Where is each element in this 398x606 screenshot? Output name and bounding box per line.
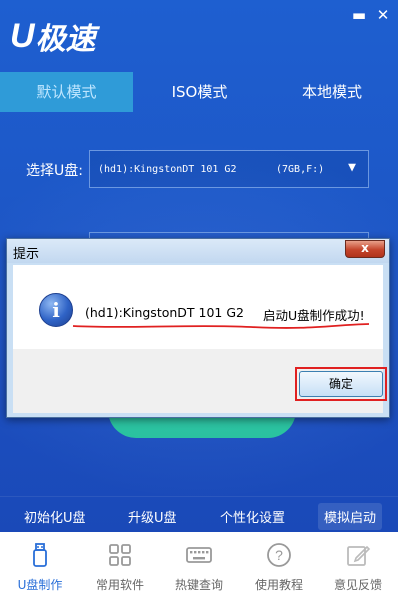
upgrade-usb-link[interactable]: 升级U盘 bbox=[128, 507, 177, 526]
minimize-button[interactable]: ▬ bbox=[350, 6, 368, 24]
dialog-body: i (hd1):KingstonDT 101 G2 启动U盘制作成功! bbox=[13, 265, 383, 349]
usb-device-select[interactable]: (hd1):KingstonDT 101 G2 (7GB,F:) ▼ bbox=[89, 150, 369, 188]
mode-tabs: 默认模式 ISO模式 本地模式 bbox=[0, 72, 398, 112]
personalize-link[interactable]: 个性化设置 bbox=[220, 507, 285, 526]
nav-tutorial[interactable]: ? 使用教程 bbox=[239, 532, 319, 606]
message-device: (hd1):KingstonDT 101 G2 bbox=[85, 305, 244, 320]
grid-apps-icon bbox=[109, 544, 131, 566]
init-usb-link[interactable]: 初始化U盘 bbox=[24, 507, 86, 526]
dialog-message: (hd1):KingstonDT 101 G2 启动U盘制作成功! bbox=[85, 305, 365, 323]
nav-hotkey-query[interactable]: 热键查询 bbox=[159, 532, 239, 606]
usb-drive-icon bbox=[33, 543, 47, 567]
red-underline-annotation bbox=[72, 323, 370, 329]
keyboard-icon bbox=[186, 547, 212, 563]
edit-icon bbox=[347, 545, 371, 566]
simulate-boot-link[interactable]: 模拟启动 bbox=[318, 503, 383, 530]
tab-iso-mode[interactable]: ISO模式 bbox=[133, 72, 266, 112]
tool-links: 初始化U盘 升级U盘 个性化设置 模拟启动 bbox=[0, 496, 398, 532]
svg-text:?: ? bbox=[275, 547, 283, 563]
selected-capacity: (7GB,F:) bbox=[276, 164, 325, 175]
nav-usb-make[interactable]: U盘制作 bbox=[0, 532, 80, 606]
dialog-titlebar: 提示 x bbox=[7, 239, 389, 263]
tab-default-mode[interactable]: 默认模式 bbox=[0, 72, 133, 112]
tab-local-mode[interactable]: 本地模式 bbox=[266, 72, 398, 112]
info-icon: i bbox=[39, 293, 73, 327]
question-icon: ? bbox=[267, 543, 291, 567]
dialog-title: 提示 bbox=[13, 247, 40, 262]
bottom-nav: U盘制作 常用软件 热键查询 ? 使用教程 意见反馈 bbox=[0, 532, 398, 606]
selected-device: (hd1):KingstonDT 101 G2 bbox=[98, 164, 237, 175]
close-window-button[interactable]: ✕ bbox=[374, 6, 392, 24]
prompt-dialog: 提示 x i (hd1):KingstonDT 101 G2 启动U盘制作成功!… bbox=[6, 238, 390, 418]
app-logo: U 极速 bbox=[10, 16, 96, 58]
caret-down-icon: ▼ bbox=[348, 160, 356, 175]
nav-common-software[interactable]: 常用软件 bbox=[80, 532, 160, 606]
dialog-close-button[interactable]: x bbox=[345, 240, 385, 258]
ok-button[interactable]: 确定 bbox=[299, 371, 383, 397]
select-usb-label: 选择U盘: bbox=[26, 163, 83, 179]
nav-feedback[interactable]: 意见反馈 bbox=[318, 532, 398, 606]
